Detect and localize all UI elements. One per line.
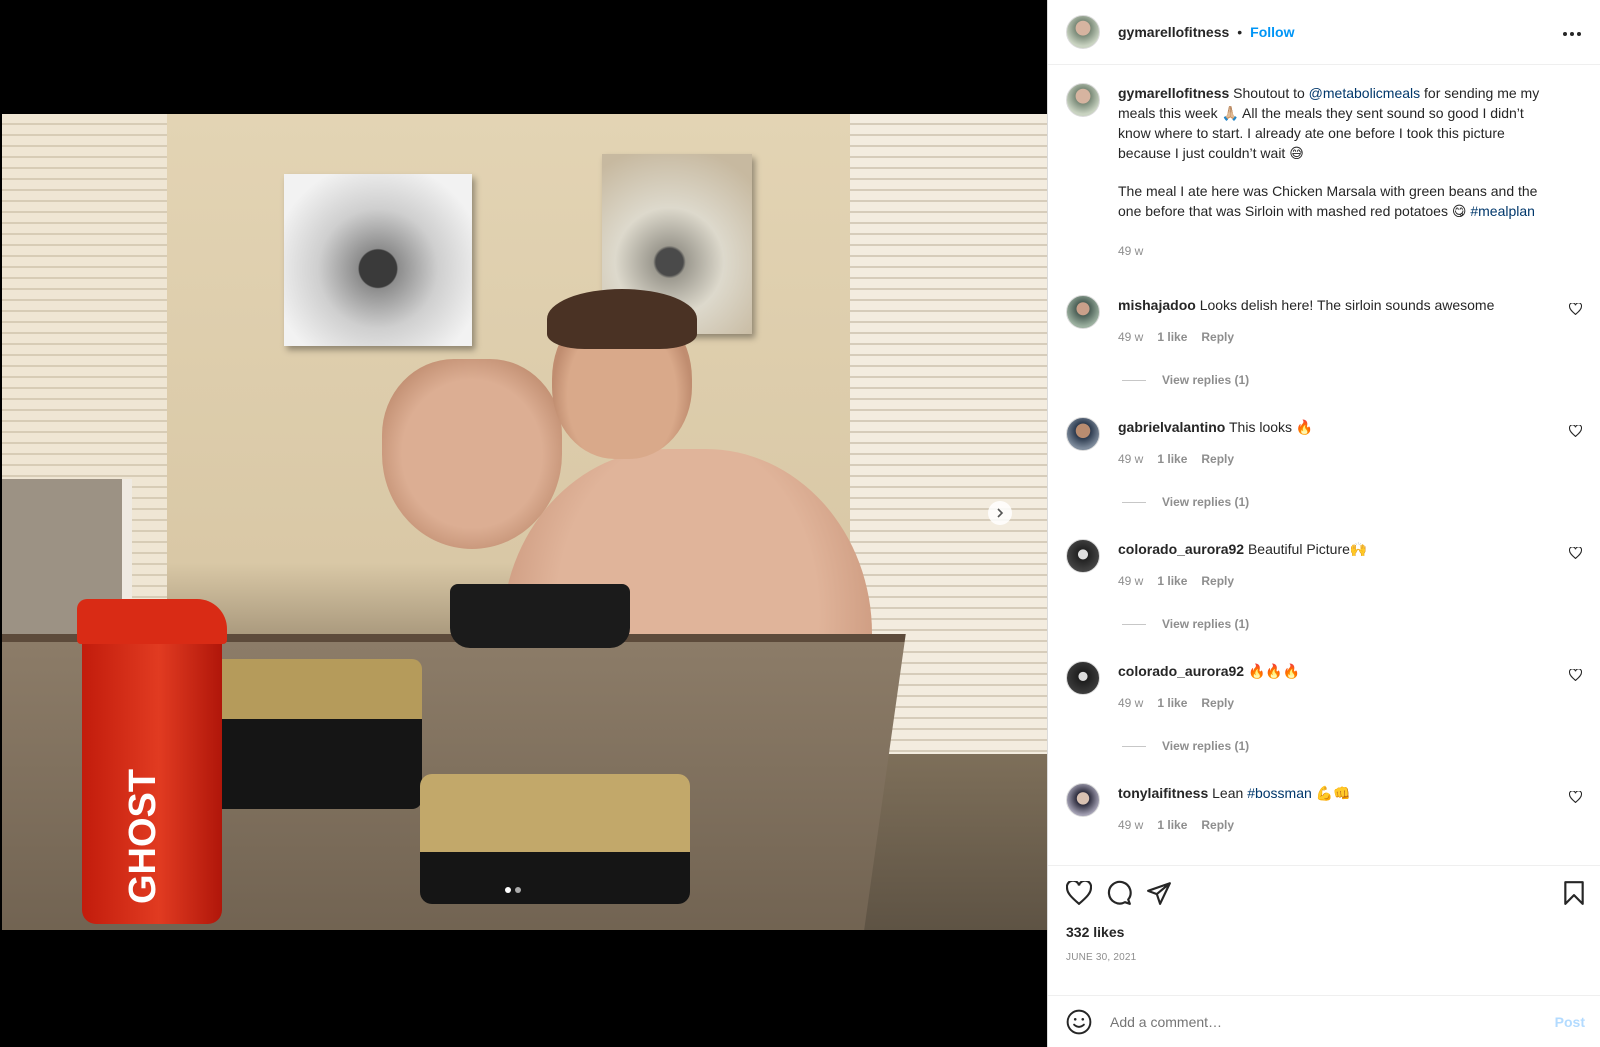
author-avatar[interactable] (1066, 15, 1100, 49)
comment-text: This looks 🔥 (1229, 419, 1314, 435)
post-media: GHOST (0, 0, 1047, 1047)
view-replies-button[interactable]: View replies (1) (1122, 739, 1584, 753)
reply-button[interactable]: Reply (1201, 449, 1234, 469)
share-paper-plane-icon[interactable] (1146, 880, 1172, 906)
comment-hashtag[interactable]: #bossman (1247, 785, 1312, 801)
caption-text-1: Shoutout to (1233, 85, 1309, 101)
commenter-avatar[interactable] (1066, 417, 1100, 451)
comment-username[interactable]: colorado_aurora92 (1118, 541, 1244, 557)
comment-likes[interactable]: 1 like (1157, 815, 1187, 835)
chevron-right-icon (997, 508, 1004, 518)
reply-button[interactable]: Reply (1201, 571, 1234, 591)
commenter-avatar[interactable] (1066, 539, 1100, 573)
comment-age: 49 w (1118, 452, 1144, 466)
commenter-avatar[interactable] (1066, 661, 1100, 695)
comment-bubble-icon[interactable] (1106, 880, 1132, 906)
likes-count[interactable]: 332 likes (1066, 924, 1585, 940)
comment-likes[interactable]: 1 like (1157, 571, 1187, 591)
comment-likes[interactable]: 1 like (1157, 693, 1187, 713)
comments-section[interactable]: gymarellofitness Shoutout to @metabolicm… (1048, 65, 1600, 865)
add-comment-bar: Post (1048, 995, 1600, 1047)
post-actions: 332 likes JUNE 30, 2021 (1048, 865, 1600, 963)
heart-icon[interactable] (1569, 303, 1582, 315)
comment: mishajadoo Looks delish here! The sirloi… (1066, 295, 1584, 347)
comment-likes[interactable]: 1 like (1157, 327, 1187, 347)
reply-button[interactable]: Reply (1201, 815, 1234, 835)
view-replies-button[interactable]: View replies (1) (1122, 495, 1584, 509)
caption-hashtag[interactable]: #mealplan (1470, 203, 1535, 219)
shaker-bottle: GHOST (77, 599, 227, 924)
meal-tray-held (450, 584, 630, 648)
comment-text: Lean (1212, 785, 1248, 801)
post-date: JUNE 30, 2021 (1066, 952, 1137, 963)
comment-text: 🔥🔥🔥 (1247, 663, 1301, 679)
comment-username[interactable]: gabrielvalantino (1118, 419, 1225, 435)
caption-mention[interactable]: @metabolicmeals (1309, 85, 1420, 101)
comment-username[interactable]: mishajadoo (1118, 297, 1196, 313)
view-replies-button[interactable]: View replies (1) (1122, 373, 1584, 387)
like-heart-icon[interactable] (1066, 881, 1092, 905)
comment: gabrielvalantino This looks 🔥 49 w 1 like… (1066, 417, 1584, 469)
comment-age: 49 w (1118, 696, 1144, 710)
comment-input[interactable] (1108, 1012, 1555, 1031)
heart-icon[interactable] (1569, 791, 1582, 803)
comment-username[interactable]: tonylaifitness (1118, 785, 1208, 801)
follow-button[interactable]: Follow (1250, 24, 1294, 40)
post-sidebar: gymarellofitness • Follow gymarellofitne… (1047, 0, 1600, 1047)
bookmark-icon[interactable] (1563, 880, 1585, 906)
carousel-dot-active (505, 887, 511, 893)
meal-tray-front (420, 774, 690, 904)
author-avatar[interactable] (1066, 83, 1100, 117)
comment-text: Beautiful Picture🙌 (1247, 541, 1368, 557)
emoji-icon[interactable] (1066, 1009, 1092, 1035)
more-options-icon[interactable] (1562, 20, 1582, 43)
heart-icon[interactable] (1569, 425, 1582, 437)
carousel-dot (515, 887, 521, 893)
comment-text: Looks delish here! The sirloin sounds aw… (1199, 297, 1495, 313)
caption: gymarellofitness Shoutout to @metabolicm… (1066, 83, 1584, 261)
comment-text-emoji: 💪👊 (1311, 785, 1351, 801)
comment-age: 49 w (1118, 330, 1144, 344)
caption-username[interactable]: gymarellofitness (1118, 85, 1229, 101)
view-replies-button[interactable]: View replies (1) (1122, 617, 1584, 631)
post-photo[interactable]: GHOST (2, 114, 1047, 930)
bottle-logo: GHOST (122, 768, 164, 904)
heart-icon[interactable] (1569, 547, 1582, 559)
reply-button[interactable]: Reply (1201, 693, 1234, 713)
header-separator: • (1237, 24, 1243, 40)
meal-tray-stack (212, 659, 422, 809)
commenter-avatar[interactable] (1066, 783, 1100, 817)
comment-likes[interactable]: 1 like (1157, 449, 1187, 469)
commenter-avatar[interactable] (1066, 295, 1100, 329)
comment-age: 49 w (1118, 818, 1144, 832)
comment: tonylaifitness Lean #bossman 💪👊 49 w 1 li… (1066, 783, 1584, 835)
carousel-next-button[interactable] (988, 501, 1012, 525)
comment-age: 49 w (1118, 574, 1144, 588)
comment: colorado_aurora92 Beautiful Picture🙌 49 … (1066, 539, 1584, 591)
author-username[interactable]: gymarellofitness (1118, 24, 1229, 40)
heart-icon[interactable] (1569, 669, 1582, 681)
caption-age: 49 w (1118, 244, 1144, 258)
carousel-indicator (505, 887, 521, 893)
post-comment-button[interactable]: Post (1555, 1014, 1585, 1030)
comment-username[interactable]: colorado_aurora92 (1118, 663, 1244, 679)
comment: colorado_aurora92 🔥🔥🔥 49 w 1 like Reply (1066, 661, 1584, 713)
reply-button[interactable]: Reply (1201, 327, 1234, 347)
post-header: gymarellofitness • Follow (1048, 0, 1600, 65)
